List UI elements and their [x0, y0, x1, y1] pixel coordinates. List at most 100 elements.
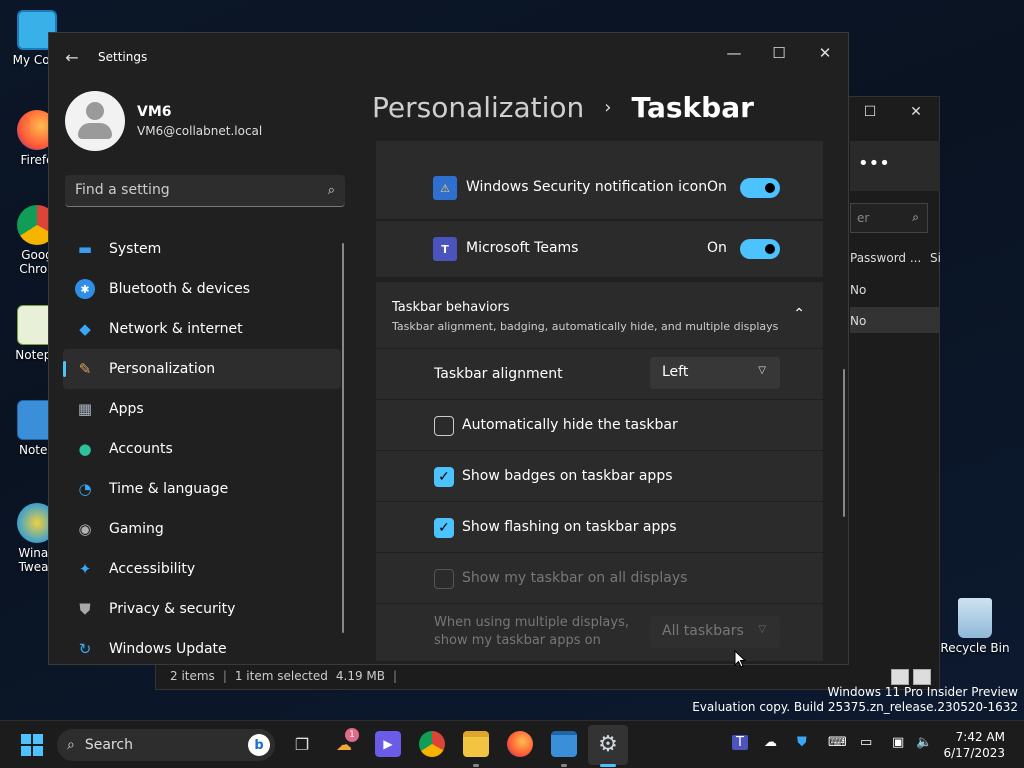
- sidebar-item-label: Time & language: [109, 481, 229, 497]
- sidebar-item-label: Bluetooth & devices: [109, 281, 251, 297]
- find-setting-input[interactable]: Find a setting ⌕: [65, 175, 345, 207]
- content-scrollbar[interactable]: [843, 369, 845, 517]
- search-placeholder: Find a setting: [75, 182, 170, 198]
- minimize-button[interactable]: —: [711, 39, 757, 67]
- sidebar-item-accessibility[interactable]: ✦ Accessibility: [63, 549, 341, 589]
- wifi-icon: ◆: [79, 320, 91, 338]
- chevron-down-icon: ▽: [758, 624, 766, 635]
- settings-gear-icon[interactable]: ⚙: [595, 731, 621, 757]
- sidebar-item-label: Windows Update: [109, 641, 227, 657]
- chevron-down-icon: ▽: [758, 365, 766, 376]
- sidebar-item-network[interactable]: ◆ Network & internet: [63, 309, 341, 349]
- page-title: Taskbar: [631, 91, 754, 124]
- checkbox-label: Automatically hide the taskbar: [462, 417, 678, 433]
- taskbar: ⌕ Search b ❐ ☁ 1 ▶ ⚙ T ☁ ⛊ ⌨ ▭ ▣ 🔈 7:42 …: [0, 720, 1024, 768]
- keyboard-icon[interactable]: ⌨: [828, 735, 847, 750]
- taskbar-behaviors-header[interactable]: Taskbar behaviors Taskbar alignment, bad…: [376, 282, 823, 348]
- profile-name: VM6: [137, 104, 172, 120]
- auto-hide-checkbox[interactable]: [434, 416, 454, 436]
- windows-security-icon: ⚠: [433, 176, 457, 200]
- windows-security-toggle[interactable]: [740, 178, 780, 198]
- details-view-icon[interactable]: [891, 669, 909, 685]
- tiles-view-icon[interactable]: [913, 669, 931, 685]
- back-arrow-icon[interactable]: ←: [61, 47, 83, 69]
- sidebar-item-accounts[interactable]: ● Accounts: [63, 429, 341, 469]
- sidebar-item-personalization[interactable]: ✎ Personalization: [63, 349, 341, 389]
- toggle-state-label: On: [707, 179, 727, 195]
- maximize-button[interactable]: ☐: [756, 39, 802, 67]
- status-separator: |: [393, 669, 398, 683]
- sidebar-item-label: Gaming: [109, 521, 164, 537]
- task-view-icon[interactable]: ❐: [289, 731, 315, 757]
- checkbox-label: Show badges on taskbar apps: [462, 468, 673, 484]
- user-profile[interactable]: VM6 VM6@collabnet.local: [65, 91, 262, 151]
- chrome-taskbar-icon[interactable]: [419, 731, 445, 757]
- bing-icon[interactable]: b: [248, 734, 270, 756]
- sidebar-item-privacy-security[interactable]: ⛊ Privacy & security: [63, 589, 341, 629]
- teams-tray-icon[interactable]: T: [732, 735, 748, 750]
- tray-row-microsoft-teams: T Microsoft Teams On: [376, 221, 823, 277]
- sidebar-scrollbar[interactable]: [342, 243, 344, 633]
- avatar-head: [86, 102, 104, 120]
- checkbox-label: Show my taskbar on all displays: [462, 570, 688, 586]
- search-icon: ⌕: [67, 737, 75, 753]
- sidebar-item-label: System: [109, 241, 162, 257]
- multi-display-label-line1: When using multiple displays,: [434, 615, 629, 630]
- settings-content: ⚠ Windows Security notification icon On …: [376, 141, 823, 661]
- watermark-line2: Evaluation copy. Build 25375.zn_release.…: [692, 700, 1018, 714]
- show-flashing-checkbox[interactable]: ✓: [434, 518, 454, 538]
- close-icon[interactable]: ✕: [893, 97, 939, 127]
- network-icon[interactable]: ▣: [892, 735, 904, 750]
- chevron-up-icon[interactable]: ⌃: [793, 306, 805, 322]
- maximize-icon[interactable]: ☐: [847, 97, 893, 127]
- teams-chat-icon[interactable]: ▶: [375, 731, 401, 757]
- sidebar-item-gaming[interactable]: ◉ Gaming: [63, 509, 341, 549]
- sidebar-item-apps[interactable]: ▦ Apps: [63, 389, 341, 429]
- battery-icon[interactable]: ▭: [860, 735, 872, 750]
- view-buttons: [891, 669, 931, 685]
- teams-toggle[interactable]: [740, 239, 780, 259]
- sidebar-item-label: Personalization: [109, 361, 216, 377]
- firefox-taskbar-icon[interactable]: [507, 731, 533, 757]
- close-button[interactable]: ✕: [802, 39, 848, 67]
- column-header-password[interactable]: Password ...: [850, 251, 921, 265]
- more-options-icon[interactable]: •••: [858, 153, 890, 174]
- alignment-label: Taskbar alignment: [434, 366, 563, 382]
- alignment-dropdown[interactable]: Left ▽: [650, 357, 780, 389]
- security-tray-icon[interactable]: ⛊: [797, 735, 807, 750]
- breadcrumb-parent[interactable]: Personalization: [372, 91, 584, 124]
- running-indicator: [473, 764, 479, 767]
- status-separator: |: [222, 669, 227, 683]
- explorer-search-placeholder: er: [857, 211, 870, 225]
- paintbrush-icon: ✎: [78, 360, 92, 378]
- show-badges-checkbox[interactable]: ✓: [434, 467, 454, 487]
- tray-row-label: Microsoft Teams: [466, 240, 579, 256]
- system-clock[interactable]: 7:42 AM 6/17/2023: [943, 729, 1005, 761]
- sidebar-item-bluetooth[interactable]: ✱ Bluetooth & devices: [63, 269, 341, 309]
- sidebar-item-time-language[interactable]: ◔ Time & language: [63, 469, 341, 509]
- desktop-icon-recycle-bin[interactable]: Recycle Bin: [940, 598, 1010, 655]
- checkmark-icon: ✓: [438, 469, 450, 485]
- running-indicator: [561, 764, 567, 767]
- sidebar-item-label: Accessibility: [109, 561, 196, 577]
- globe-clock-icon: ◔: [78, 480, 92, 498]
- column-header-size[interactable]: Si: [930, 251, 941, 265]
- sidebar-item-system[interactable]: ▬ System: [63, 229, 341, 269]
- watermark-line1: Windows 11 Pro Insider Preview: [827, 685, 1018, 699]
- sidebar-item-label: Accounts: [109, 441, 173, 457]
- volume-icon[interactable]: 🔈: [916, 735, 932, 750]
- start-windows-icon[interactable]: [19, 732, 45, 758]
- taskbar-alignment-row: Taskbar alignment Left ▽: [376, 349, 823, 399]
- explorer-search-input[interactable]: er ⌕: [850, 203, 928, 233]
- all-displays-checkbox: [434, 569, 454, 589]
- accessibility-icon: ✦: [78, 560, 92, 578]
- taskbar-search-box[interactable]: ⌕ Search b: [57, 729, 275, 761]
- notepad-taskbar-icon[interactable]: [551, 731, 577, 757]
- sidebar-item-windows-update[interactable]: ↻ Windows Update: [63, 629, 341, 664]
- file-explorer-icon[interactable]: [463, 731, 489, 757]
- onedrive-icon[interactable]: ☁: [764, 735, 777, 750]
- row-cell: No: [850, 283, 867, 297]
- title-bar: ← Settings — ☐ ✕: [49, 33, 848, 83]
- checkbox-label: Show flashing on taskbar apps: [462, 519, 677, 535]
- taskbar-search-label: Search: [84, 737, 133, 753]
